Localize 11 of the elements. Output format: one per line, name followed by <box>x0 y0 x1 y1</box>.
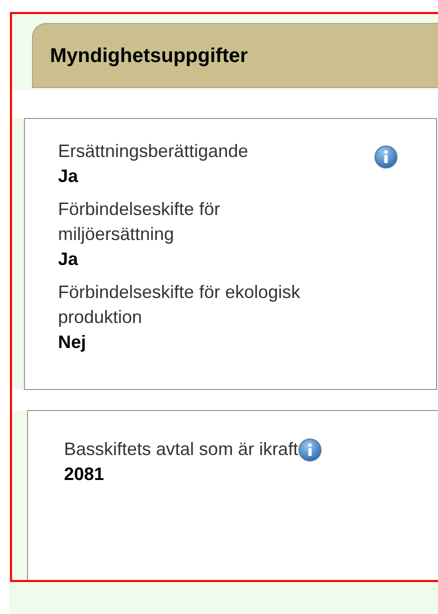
field-label: Förbindelseskifte för ekologisk produktion <box>58 281 302 329</box>
info-icon[interactable] <box>298 438 322 462</box>
info-icon[interactable] <box>374 145 398 169</box>
field-value: Ja <box>58 248 80 271</box>
field-label: Förbindelseskifte för miljöersättning <box>58 198 222 246</box>
field-label: Ersättningsberättigande <box>58 140 250 163</box>
header-title: Myndighetsuppgifter <box>50 44 248 68</box>
field-label: Basskiftets avtal som är ikraft <box>64 438 298 461</box>
field-value: 2081 <box>64 463 106 486</box>
field-value: Nej <box>58 331 88 354</box>
field-value: Ja <box>58 165 80 188</box>
